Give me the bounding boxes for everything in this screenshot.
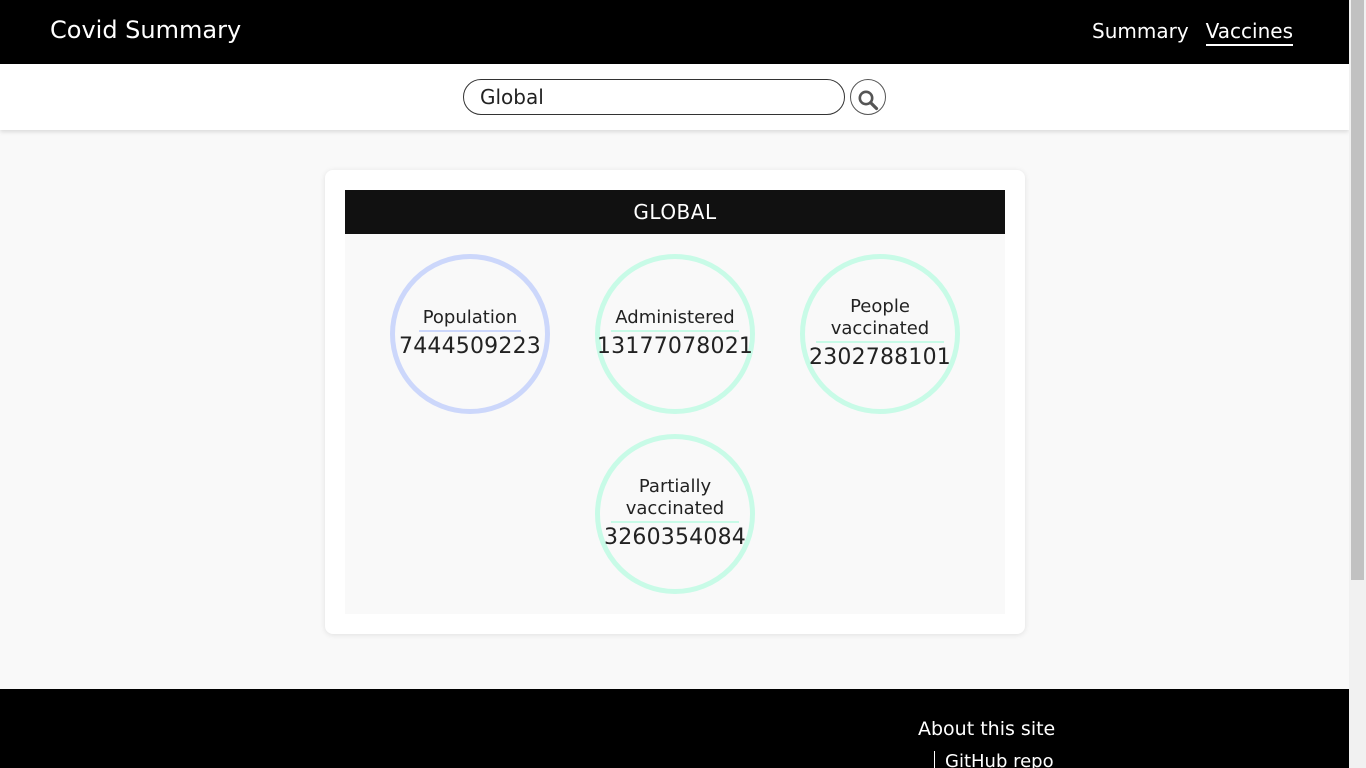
nav-link-vaccines[interactable]: Vaccines — [1205, 18, 1293, 46]
stat-population: Population 7444509223 — [390, 254, 550, 414]
card-title: GLOBAL — [345, 190, 1005, 234]
stat-label: People vaccinated — [816, 296, 944, 343]
stat-label: Administered — [611, 307, 739, 332]
main-nav: Summary Vaccines — [1092, 18, 1293, 46]
top-navbar: Covid Summary Summary Vaccines — [0, 0, 1349, 64]
github-repo-link[interactable]: GitHub repo — [934, 751, 1054, 768]
page-scrollbar[interactable] — [1349, 0, 1366, 768]
page: Covid Summary Summary Vaccines GLOBAL Po… — [0, 0, 1349, 768]
stat-value: 13177078021 — [596, 334, 754, 359]
stat-value: 7444509223 — [399, 334, 541, 359]
search-input[interactable] — [463, 79, 845, 115]
stat-people-vaccinated: People vaccinated 2302788101 — [800, 254, 960, 414]
search-icon — [858, 90, 879, 111]
footer-heading: About this site — [918, 718, 1056, 740]
search-button[interactable] — [850, 79, 886, 115]
stat-label: Partially vaccinated — [611, 476, 739, 523]
stats-panel: Population 7444509223 Administered 13177… — [345, 234, 1005, 614]
stat-value: 3260354084 — [604, 525, 746, 550]
stat-partially-vaccinated: Partially vaccinated 3260354084 — [595, 434, 755, 594]
search-bar — [0, 64, 1349, 130]
stat-administered: Administered 13177078021 — [595, 254, 755, 414]
stat-label: Population — [418, 307, 522, 332]
nav-link-summary[interactable]: Summary — [1092, 18, 1189, 46]
site-footer: About this site GitHub repo — [0, 689, 1349, 768]
region-card: GLOBAL Population 7444509223 Administere… — [325, 170, 1025, 634]
scrollbar-thumb[interactable] — [1351, 0, 1364, 580]
site-title[interactable]: Covid Summary — [50, 16, 241, 44]
stat-value: 2302788101 — [809, 345, 951, 370]
